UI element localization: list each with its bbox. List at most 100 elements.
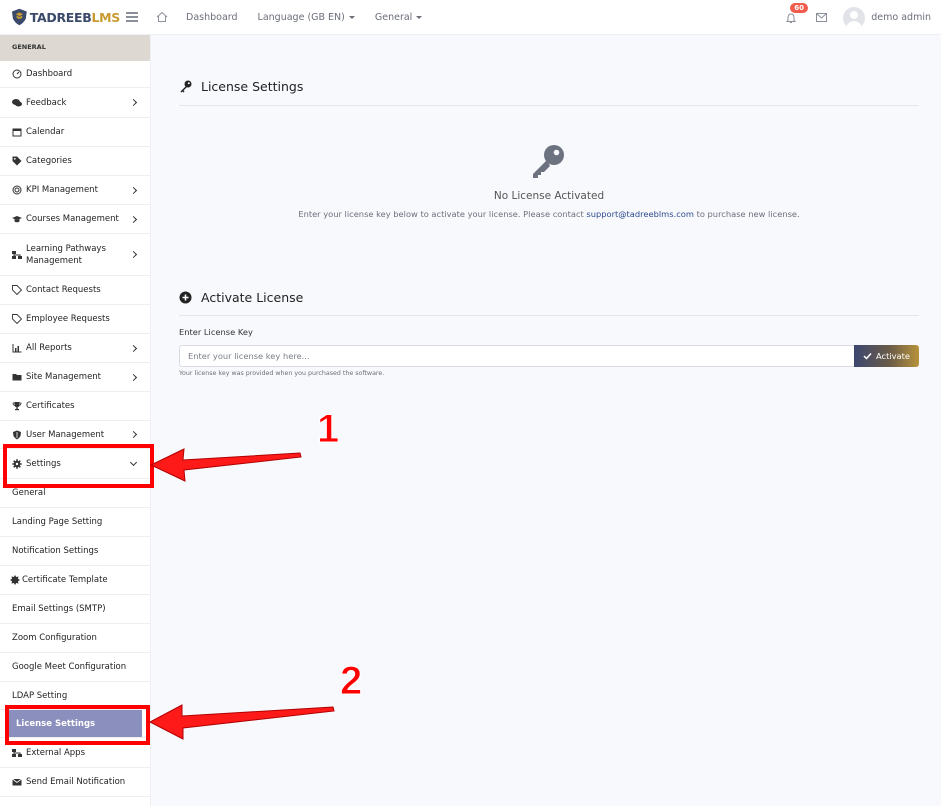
notification-count-badge: 60 xyxy=(790,2,809,13)
callout-box-license xyxy=(5,705,150,745)
check-icon xyxy=(863,352,872,360)
sidebar-item-send-email[interactable]: Send Email Notification xyxy=(0,768,150,797)
no-license-title: No License Activated xyxy=(493,190,605,202)
help-prefix: Enter your license key below to activate… xyxy=(298,209,587,219)
nav-dashboard[interactable]: Dashboard xyxy=(186,12,238,23)
sidebar-item-label: All Reports xyxy=(26,343,72,353)
caret-down-icon xyxy=(348,15,355,19)
user-name[interactable]: demo admin xyxy=(871,12,931,23)
tag-icon xyxy=(12,314,22,324)
sidebar-item-label: Categories xyxy=(26,156,72,166)
activate-license-heading: Activate License xyxy=(179,290,303,305)
sidebar-item-label: Notification Settings xyxy=(12,546,99,556)
plus-circle-icon xyxy=(179,291,192,304)
sitemap-icon xyxy=(12,250,22,259)
caret-down-icon xyxy=(416,15,423,19)
sidebar-item-certificates[interactable]: Certificates xyxy=(0,392,150,421)
license-settings-heading: License Settings xyxy=(179,79,303,94)
sidebar-item-label: External Apps xyxy=(26,747,86,758)
chevron-right-icon xyxy=(129,215,138,223)
sidebar-item-label: Calendar xyxy=(26,127,65,137)
chevron-right-icon xyxy=(129,430,138,439)
chevron-right-icon xyxy=(129,344,138,352)
sidebar-item-label: Dashboard xyxy=(26,69,73,79)
chevron-right-icon xyxy=(129,186,138,194)
trophy-icon xyxy=(12,402,22,411)
license-key-input[interactable] xyxy=(179,345,855,367)
sidebar-item-label: Send Email Notification xyxy=(26,777,126,787)
settings-sub-notification[interactable]: Notification Settings xyxy=(0,537,150,566)
sitemap-icon xyxy=(12,748,22,757)
brand-logo[interactable]: TADREEBLMS xyxy=(12,8,120,26)
envelope-icon xyxy=(12,778,22,786)
sidebar-item-label: Feedback xyxy=(26,97,67,108)
key-icon xyxy=(180,80,192,93)
sidebar-item-employee-requests[interactable]: Employee Requests xyxy=(0,305,150,334)
dashboard-icon xyxy=(12,69,22,79)
certificate-badge-icon xyxy=(10,575,20,585)
sidebar-item-label: LDAP Setting xyxy=(12,690,68,701)
main-content: License Settings No License Activated En… xyxy=(151,35,941,806)
sidebar-item-kpi-management[interactable]: KPI Management xyxy=(0,176,150,205)
settings-sub-certificate-template[interactable]: Certificate Template xyxy=(0,566,150,595)
settings-sub-google-meet[interactable]: Google Meet Configuration xyxy=(0,653,150,682)
sidebar-item-label: Learning Pathways Management xyxy=(26,243,106,266)
sidebar-item-label: Contact Requests xyxy=(26,285,101,295)
sidebar-item-label: Certificates xyxy=(26,401,75,411)
activate-button-label: Activate xyxy=(875,351,910,361)
tag-icon xyxy=(12,285,22,295)
shield-icon xyxy=(13,430,21,439)
license-key-hint: Your license key was provided when you p… xyxy=(179,370,385,377)
target-icon xyxy=(12,185,22,195)
activate-button[interactable]: Activate xyxy=(854,345,919,367)
settings-sub-zoom[interactable]: Zoom Configuration xyxy=(0,624,150,653)
sidebar-item-learning-pathways[interactable]: Learning Pathways Management xyxy=(0,234,150,276)
calendar-icon xyxy=(12,128,22,137)
divider xyxy=(179,105,919,106)
nav-language-dropdown[interactable]: Language (GB EN) xyxy=(258,12,355,23)
license-key-label: Enter License Key xyxy=(179,327,253,337)
sidebar-item-label: General xyxy=(12,488,46,498)
chevron-right-icon xyxy=(129,98,138,107)
brand-text-1: TADREEB xyxy=(29,9,92,25)
nav-general-label: General xyxy=(374,11,413,23)
top-bar: TADREEBLMS Dashboard Language (GB EN) Ge… xyxy=(0,0,941,35)
graduation-cap-icon xyxy=(12,216,22,223)
home-icon[interactable] xyxy=(156,11,168,23)
sidebar-item-label: Google Meet Configuration xyxy=(12,662,127,672)
sidebar-item-calendar[interactable]: Calendar xyxy=(0,118,150,147)
sidebar-item-label: Site Management xyxy=(26,372,102,382)
comments-icon xyxy=(12,98,22,106)
sidebar-item-label: Landing Page Setting xyxy=(12,517,103,527)
sidebar-item-site-management[interactable]: Site Management xyxy=(0,363,150,392)
sidebar-item-categories[interactable]: Categories xyxy=(0,147,150,176)
license-settings-title: License Settings xyxy=(201,79,304,94)
avatar[interactable] xyxy=(843,6,866,29)
sidebar-item-dashboard[interactable]: Dashboard xyxy=(0,61,150,88)
sidebar-item-feedback[interactable]: Feedback xyxy=(0,88,150,118)
help-suffix: to purchase new license. xyxy=(693,209,800,219)
sidebar-section-header: GENERAL xyxy=(0,35,150,61)
sidebar-item-label: Zoom Configuration xyxy=(12,633,97,643)
settings-sub-email-smtp[interactable]: Email Settings (SMTP) xyxy=(0,595,150,624)
envelope-icon[interactable] xyxy=(816,13,828,22)
sidebar-item-label: Email Settings (SMTP) xyxy=(12,604,106,614)
sidebar: GENERAL Dashboard Feedback Calendar Cate… xyxy=(0,35,151,806)
chevron-right-icon xyxy=(129,373,138,381)
sidebar-item-label: User Management xyxy=(26,429,105,440)
sidebar-item-contact-requests[interactable]: Contact Requests xyxy=(0,276,150,305)
chevron-right-icon xyxy=(129,250,138,259)
menu-toggle-icon[interactable] xyxy=(126,10,138,25)
nav-language-label: Language (GB EN) xyxy=(257,11,345,23)
sidebar-item-label: Certificate Template xyxy=(22,575,108,585)
notifications-button[interactable]: 60 xyxy=(786,2,809,25)
settings-sub-landing-page[interactable]: Landing Page Setting xyxy=(0,508,150,537)
nav-general-dropdown[interactable]: General xyxy=(374,11,423,23)
chart-icon xyxy=(12,344,22,353)
sidebar-item-courses-management[interactable]: Courses Management xyxy=(0,205,150,234)
sidebar-item-all-reports[interactable]: All Reports xyxy=(0,334,150,363)
support-email-link[interactable]: support@tadreeblms.com xyxy=(586,209,694,219)
sidebar-item-label: Employee Requests xyxy=(26,314,110,324)
sidebar-item-label: KPI Management xyxy=(26,185,98,195)
tags-icon xyxy=(12,156,22,166)
